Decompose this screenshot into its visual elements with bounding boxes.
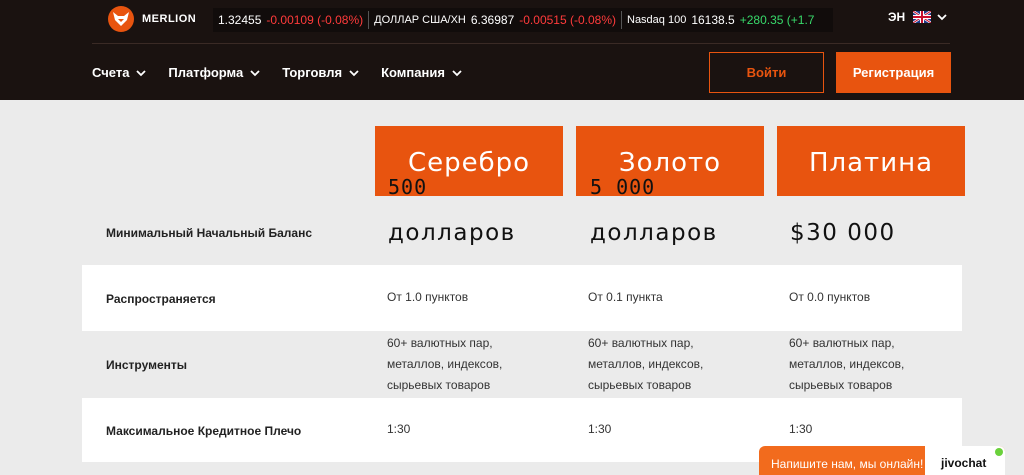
chat-logo-text: jivochat	[941, 456, 987, 470]
leverage-gold: 1:30	[588, 422, 612, 436]
leverage-silver: 1:30	[387, 422, 411, 436]
nav-item-accounts[interactable]: Счета	[92, 65, 147, 80]
online-status-icon	[995, 448, 1003, 456]
chevron-down-icon	[250, 65, 260, 80]
site-header: MERLION 1.32455 -0.00109 (-0.08%) ДОЛЛАР…	[0, 0, 1024, 100]
ticker-item: ДОЛЛАР США/ХН 6.36987 -0.00515 (-0.08%)	[368, 11, 621, 29]
instruments-silver: 60+ валютных пар, металлов, индексов, сы…	[387, 333, 502, 396]
instruments-line: металлов, индексов,	[387, 357, 503, 371]
instruments-line: 60+ валютных пар,	[588, 336, 694, 350]
instruments-line: 60+ валютных пар,	[387, 336, 493, 350]
nav-item-company[interactable]: Компания	[381, 65, 462, 80]
plan-balance-platinum: $30 000	[790, 220, 896, 246]
row-label: Инструменты	[106, 358, 188, 372]
instruments-gold: 60+ валютных пар, металлов, индексов, сы…	[588, 333, 703, 396]
chevron-down-icon	[937, 10, 947, 24]
instruments-row: Инструменты 60+ валютных пар, металлов, …	[82, 331, 962, 398]
ticker-change: -0.00109 (-0.08%)	[266, 13, 364, 27]
plan-amount-gold: 5 000	[590, 175, 656, 199]
ticker-change: -0.00515 (-0.08%)	[519, 13, 616, 27]
language-selector[interactable]: ЭН	[888, 10, 947, 24]
price-ticker: 1.32455 -0.00109 (-0.08%) ДОЛЛАР США/ХН …	[213, 8, 833, 32]
plan-amount-silver: 500	[388, 175, 428, 199]
ticker-change: +280.35 (+1.7	[739, 13, 815, 27]
spread-gold: От 0.1 пункта	[588, 290, 663, 304]
brand-logo[interactable]: MERLION	[108, 6, 196, 32]
fox-logo-icon	[108, 6, 134, 32]
ticker-item: 1.32455 -0.00109 (-0.08%)	[213, 11, 368, 29]
instruments-line: сырьевых товаров	[588, 378, 692, 392]
chevron-down-icon	[136, 65, 147, 80]
instruments-line: металлов, индексов,	[588, 357, 704, 371]
plan-balance-silver: долларов	[388, 220, 516, 246]
row-label: Распространяется	[106, 292, 216, 306]
register-button[interactable]: Регистрация	[836, 52, 951, 93]
chat-widget[interactable]: Напишите нам, мы онлайн! jivochat	[759, 446, 1005, 475]
instruments-platinum: 60+ валютных пар, металлов, индексов, сы…	[789, 333, 904, 396]
plan-title: Платина	[808, 148, 934, 178]
row-label: Максимальное Кредитное Плечо	[106, 424, 302, 438]
spread-silver: От 1.0 пунктов	[387, 290, 469, 304]
plan-balance-gold: долларов	[590, 220, 718, 246]
ticker-name: Nasdaq 100	[627, 14, 687, 26]
brand-name: MERLION	[142, 13, 197, 25]
login-button[interactable]: Войти	[709, 52, 824, 93]
ticker-name: ДОЛЛАР США/ХН	[374, 14, 466, 26]
chevron-down-icon	[349, 65, 359, 80]
spread-row: Распространяется От 1.0 пунктов От 0.1 п…	[82, 265, 962, 331]
plan-title: Золото	[618, 148, 722, 178]
plan-title: Серебро	[407, 148, 531, 178]
nav-item-trading[interactable]: Торговля	[282, 65, 359, 80]
ticker-value: 6.36987	[470, 13, 515, 27]
instruments-line: 60+ валютных пар,	[789, 336, 895, 350]
language-label: ЭН	[888, 10, 906, 24]
instruments-line: сырьевых товаров	[789, 378, 893, 392]
plan-header-platinum: Платина	[777, 126, 965, 196]
instruments-line: сырьевых товаров	[387, 378, 491, 392]
uk-flag-icon	[913, 11, 932, 23]
main-nav: Счета Платформа Торговля Компания	[92, 65, 484, 80]
nav-item-label: Платформа	[168, 65, 244, 80]
row-label: Минимальный Начальный Баланс	[106, 226, 313, 240]
leverage-platinum: 1:30	[789, 422, 813, 436]
chat-prompt: Напишите нам, мы онлайн!	[771, 457, 924, 471]
jivochat-logo: jivochat	[925, 446, 1005, 475]
instruments-line: металлов, индексов,	[789, 357, 905, 371]
nav-item-label: Счета	[92, 65, 130, 80]
chevron-down-icon	[452, 65, 462, 80]
ticker-value: 1.32455	[218, 13, 262, 27]
nav-item-label: Торговля	[282, 65, 343, 80]
spread-platinum: От 0.0 пунктов	[789, 290, 871, 304]
ticker-item: Nasdaq 100 16138.5 +280.35 (+1.7	[621, 11, 819, 29]
nav-item-label: Компания	[381, 65, 445, 80]
nav-item-platform[interactable]: Платформа	[168, 65, 260, 80]
header-divider	[92, 43, 950, 44]
ticker-value: 16138.5	[691, 13, 735, 27]
